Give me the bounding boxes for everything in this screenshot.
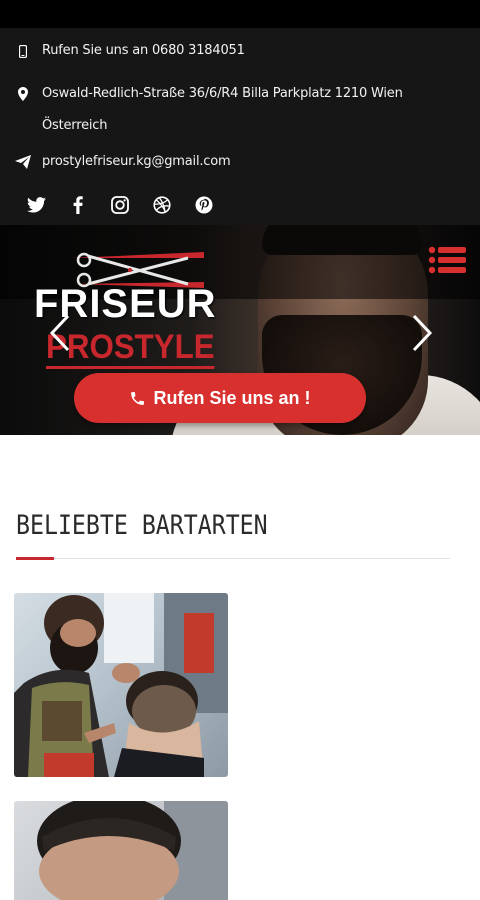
send-icon [14, 153, 32, 171]
title-accent-bar [16, 557, 54, 560]
twitter-icon[interactable] [26, 194, 46, 216]
address-row[interactable]: Oswald-Redlich-Straße 36/6/R4 Billa Park… [14, 78, 403, 142]
address-line-2[interactable]: Österreich [42, 110, 403, 142]
call-us-button[interactable]: Rufen Sie uns an ! [74, 373, 366, 423]
section-title: BELIEBTE BARTARTEN [16, 510, 268, 541]
barber-photo-2 [37, 801, 228, 900]
instagram-icon[interactable] [110, 194, 130, 216]
phone-icon [129, 390, 146, 407]
title-divider [16, 558, 450, 559]
hamburger-menu-icon[interactable] [428, 245, 468, 275]
address-line-1[interactable]: Oswald-Redlich-Straße 36/6/R4 Billa Park… [42, 78, 403, 110]
slider-prev-icon[interactable] [46, 313, 76, 353]
barber-photo-1 [14, 593, 228, 777]
social-links [26, 194, 214, 216]
email-row[interactable]: prostylefriseur.kg@gmail.com [14, 152, 231, 172]
beard-style-card-2[interactable] [14, 801, 228, 900]
dribbble-icon[interactable] [152, 194, 172, 216]
slider-next-icon[interactable] [406, 313, 436, 353]
pinterest-icon[interactable] [194, 194, 214, 216]
email-text[interactable]: prostylefriseur.kg@gmail.com [42, 152, 231, 172]
map-pin-icon [14, 85, 32, 103]
call-us-label: Rufen Sie uns an ! [153, 387, 311, 408]
facebook-icon[interactable] [68, 194, 88, 216]
phone-text[interactable]: Rufen Sie uns an 0680 3184051 [42, 41, 245, 61]
beard-style-card-1[interactable] [14, 593, 228, 777]
phone-row[interactable]: Rufen Sie uns an 0680 3184051 [14, 41, 245, 61]
mobile-icon [14, 42, 32, 60]
status-bar [0, 0, 480, 28]
contact-bar: Rufen Sie uns an 0680 3184051 Oswald-Red… [0, 28, 480, 225]
